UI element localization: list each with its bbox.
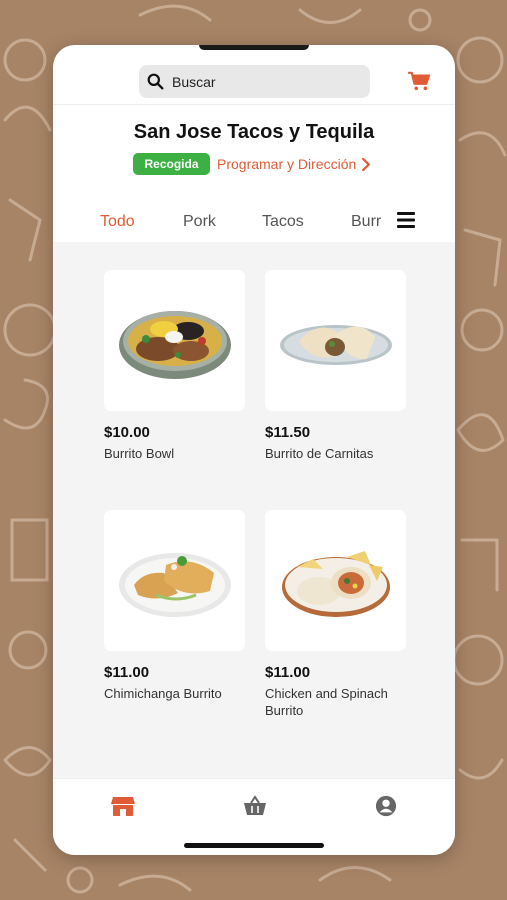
chicken-spinach-burrito-image (281, 550, 390, 617)
search-placeholder: Buscar (172, 73, 216, 90)
chevron-right-icon (362, 157, 371, 171)
product-name: Burrito de Carnitas (265, 446, 374, 461)
product-image (265, 270, 406, 411)
basket-icon[interactable] (243, 795, 267, 817)
product-name: Chimichanga Burrito (104, 686, 222, 701)
product-name: Chicken and Spinach Burrito (265, 686, 388, 718)
store-icon[interactable] (111, 795, 135, 817)
burrito-bowl-image (118, 310, 231, 379)
product-price: $11.00 (265, 664, 311, 681)
home-indicator (184, 843, 324, 848)
pickup-badge[interactable]: Recogida (133, 153, 210, 175)
product-card[interactable]: $11.50 Burrito de Carnitas (265, 270, 406, 462)
product-price: $11.50 (265, 424, 311, 441)
product-image (265, 510, 406, 651)
carnitas-burrito-image (279, 324, 392, 365)
product-price: $11.00 (104, 664, 150, 681)
schedule-and-address-link[interactable]: Programar y Dirección (217, 153, 371, 175)
product-image (104, 510, 245, 651)
schedule-link-label: Programar y Dirección (217, 156, 357, 172)
product-grid: $10.00 Burrito Bowl $11.50 Burrito de Ca… (53, 242, 455, 778)
search-icon (147, 73, 164, 90)
product-card[interactable]: $11.00 Chimichanga Burrito (104, 510, 245, 702)
product-card[interactable]: $10.00 Burrito Bowl (104, 270, 245, 462)
top-bar: Buscar (53, 45, 455, 105)
product-price: $10.00 (104, 424, 150, 441)
tab-tacos[interactable]: Tacos (262, 213, 304, 231)
restaurant-name: San Jose Tacos y Tequila (133, 121, 375, 143)
product-card[interactable]: $11.00 Chicken and Spinach Burrito (265, 510, 406, 719)
product-name: Burrito Bowl (104, 446, 175, 461)
cart-icon[interactable] (408, 71, 430, 91)
chimichanga-image (118, 552, 231, 617)
tab-todo[interactable]: Todo (100, 213, 135, 231)
category-tabs: Todo Pork Tacos Burr (53, 205, 455, 241)
search-input[interactable]: Buscar (139, 65, 370, 98)
tab-pork[interactable]: Pork (183, 213, 216, 231)
app-screen: Buscar San Jose Tacos y Tequila Recogida… (53, 45, 455, 855)
account-icon[interactable] (374, 795, 398, 817)
hamburger-menu-icon[interactable] (397, 212, 415, 228)
tab-burritos[interactable]: Burr (351, 213, 382, 231)
product-image (104, 270, 245, 411)
